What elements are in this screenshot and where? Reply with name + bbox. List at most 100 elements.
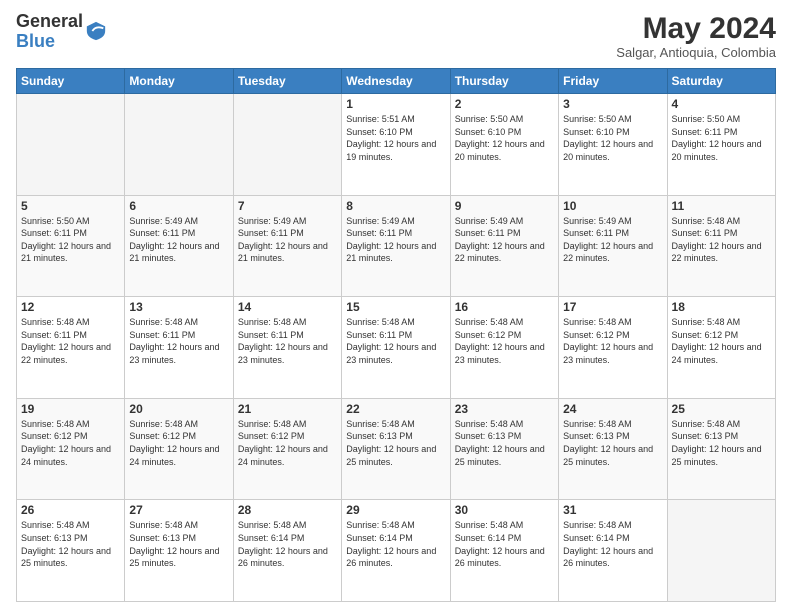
table-row: 25Sunrise: 5:48 AM Sunset: 6:13 PM Dayli…: [667, 398, 775, 500]
day-number: 8: [346, 199, 445, 213]
month-year: May 2024: [616, 12, 776, 45]
day-info: Sunrise: 5:48 AM Sunset: 6:11 PM Dayligh…: [672, 215, 771, 265]
day-info: Sunrise: 5:49 AM Sunset: 6:11 PM Dayligh…: [455, 215, 554, 265]
day-info: Sunrise: 5:48 AM Sunset: 6:11 PM Dayligh…: [238, 316, 337, 366]
calendar-week-5: 26 Sunrise: 5:48 AM Sunset: 6:13 PM Dayli…: [17, 500, 776, 602]
day-info: Sunrise: 5:48 AM Sunset: 6:12 PM Dayligh…: [129, 418, 228, 468]
day-number: 26: [21, 503, 120, 517]
day-info: Sunrise: 5:48 AM Sunset: 6:13 PM Dayligh…: [21, 519, 120, 569]
day-number: 12: [21, 300, 120, 314]
day-number: 5: [21, 199, 120, 213]
day-info: Sunrise: 5:48 AM Sunset: 6:14 PM Dayligh…: [346, 519, 445, 569]
day-info: Sunrise: 5:48 AM Sunset: 6:14 PM Dayligh…: [238, 519, 337, 569]
logo-general: General: [16, 12, 83, 32]
day-info: Sunrise: 5:48 AM Sunset: 6:11 PM Dayligh…: [346, 316, 445, 366]
day-info: Sunrise: 5:48 AM Sunset: 6:13 PM Dayligh…: [346, 418, 445, 468]
table-row: 10 Sunrise: 5:49 AM Sunset: 6:11 PM Dayli…: [559, 195, 667, 297]
table-row: 7 Sunrise: 5:49 AM Sunset: 6:11 PM Daylig…: [233, 195, 341, 297]
day-info: Sunrise: 5:48 AM Sunset: 6:12 PM Dayligh…: [21, 418, 120, 468]
table-row: 11 Sunrise: 5:48 AM Sunset: 6:11 PM Dayli…: [667, 195, 775, 297]
col-tuesday: Tuesday: [233, 69, 341, 94]
col-friday: Friday: [559, 69, 667, 94]
day-number: 25: [672, 402, 771, 416]
table-row: [17, 94, 125, 196]
col-wednesday: Wednesday: [342, 69, 450, 94]
day-info: Sunrise: 5:48 AM Sunset: 6:11 PM Dayligh…: [129, 316, 228, 366]
col-saturday: Saturday: [667, 69, 775, 94]
day-info: Sunrise: 5:48 AM Sunset: 6:12 PM Dayligh…: [455, 316, 554, 366]
day-info: Sunrise: 5:48 AM Sunset: 6:11 PM Dayligh…: [21, 316, 120, 366]
calendar: Sunday Monday Tuesday Wednesday Thursday…: [16, 68, 776, 602]
table-row: [233, 94, 341, 196]
table-row: 20 Sunrise: 5:48 AM Sunset: 6:12 PM Dayli…: [125, 398, 233, 500]
day-number: 23: [455, 402, 554, 416]
col-sunday: Sunday: [17, 69, 125, 94]
day-number: 10: [563, 199, 662, 213]
table-row: 1 Sunrise: 5:51 AM Sunset: 6:10 PM Daylig…: [342, 94, 450, 196]
calendar-week-1: 1 Sunrise: 5:51 AM Sunset: 6:10 PM Daylig…: [17, 94, 776, 196]
header: General Blue May 2024 Salgar, Antioquia,…: [16, 12, 776, 60]
day-info: Sunrise: 5:50 AM Sunset: 6:10 PM Dayligh…: [563, 113, 662, 163]
day-number: 15: [346, 300, 445, 314]
day-info: Sunrise: 5:48 AM Sunset: 6:13 PM Dayligh…: [563, 418, 662, 468]
day-info: Sunrise: 5:48 AM Sunset: 6:14 PM Dayligh…: [455, 519, 554, 569]
day-info: Sunrise: 5:51 AM Sunset: 6:10 PM Dayligh…: [346, 113, 445, 163]
day-info: Sunrise: 5:49 AM Sunset: 6:11 PM Dayligh…: [346, 215, 445, 265]
table-row: 17Sunrise: 5:48 AM Sunset: 6:12 PM Dayli…: [559, 297, 667, 399]
title-block: May 2024 Salgar, Antioquia, Colombia: [616, 12, 776, 60]
location: Salgar, Antioquia, Colombia: [616, 45, 776, 60]
table-row: 14 Sunrise: 5:48 AM Sunset: 6:11 PM Dayli…: [233, 297, 341, 399]
day-number: 9: [455, 199, 554, 213]
table-row: 26 Sunrise: 5:48 AM Sunset: 6:13 PM Dayli…: [17, 500, 125, 602]
table-row: 6Sunrise: 5:49 AM Sunset: 6:11 PM Daylig…: [125, 195, 233, 297]
table-row: 30 Sunrise: 5:48 AM Sunset: 6:14 PM Dayli…: [450, 500, 558, 602]
calendar-week-3: 12 Sunrise: 5:48 AM Sunset: 6:11 PM Dayli…: [17, 297, 776, 399]
day-number: 27: [129, 503, 228, 517]
table-row: 12 Sunrise: 5:48 AM Sunset: 6:11 PM Dayli…: [17, 297, 125, 399]
day-info: Sunrise: 5:50 AM Sunset: 6:10 PM Dayligh…: [455, 113, 554, 163]
day-number: 29: [346, 503, 445, 517]
table-row: 5 Sunrise: 5:50 AM Sunset: 6:11 PM Daylig…: [17, 195, 125, 297]
table-row: 16Sunrise: 5:48 AM Sunset: 6:12 PM Dayli…: [450, 297, 558, 399]
day-info: Sunrise: 5:48 AM Sunset: 6:13 PM Dayligh…: [129, 519, 228, 569]
day-number: 14: [238, 300, 337, 314]
day-number: 20: [129, 402, 228, 416]
calendar-week-2: 5 Sunrise: 5:50 AM Sunset: 6:11 PM Daylig…: [17, 195, 776, 297]
table-row: 27 Sunrise: 5:48 AM Sunset: 6:13 PM Dayli…: [125, 500, 233, 602]
day-number: 28: [238, 503, 337, 517]
table-row: 28 Sunrise: 5:48 AM Sunset: 6:14 PM Dayli…: [233, 500, 341, 602]
day-number: 2: [455, 97, 554, 111]
table-row: 13 Sunrise: 5:48 AM Sunset: 6:11 PM Dayli…: [125, 297, 233, 399]
logo-blue: Blue: [16, 32, 83, 52]
col-thursday: Thursday: [450, 69, 558, 94]
day-number: 19: [21, 402, 120, 416]
col-monday: Monday: [125, 69, 233, 94]
table-row: 15 Sunrise: 5:48 AM Sunset: 6:11 PM Dayli…: [342, 297, 450, 399]
day-number: 22: [346, 402, 445, 416]
day-number: 24: [563, 402, 662, 416]
calendar-week-4: 19 Sunrise: 5:48 AM Sunset: 6:12 PM Dayli…: [17, 398, 776, 500]
day-number: 11: [672, 199, 771, 213]
day-info: Sunrise: 5:50 AM Sunset: 6:11 PM Dayligh…: [21, 215, 120, 265]
day-number: 18: [672, 300, 771, 314]
table-row: [125, 94, 233, 196]
page: General Blue May 2024 Salgar, Antioquia,…: [0, 0, 792, 612]
table-row: 9 Sunrise: 5:49 AM Sunset: 6:11 PM Daylig…: [450, 195, 558, 297]
day-info: Sunrise: 5:48 AM Sunset: 6:13 PM Dayligh…: [455, 418, 554, 468]
table-row: 21Sunrise: 5:48 AM Sunset: 6:12 PM Dayli…: [233, 398, 341, 500]
day-info: Sunrise: 5:48 AM Sunset: 6:14 PM Dayligh…: [563, 519, 662, 569]
day-number: 1: [346, 97, 445, 111]
table-row: 22 Sunrise: 5:48 AM Sunset: 6:13 PM Dayli…: [342, 398, 450, 500]
day-info: Sunrise: 5:49 AM Sunset: 6:11 PM Dayligh…: [238, 215, 337, 265]
day-number: 6: [129, 199, 228, 213]
logo: General Blue: [16, 12, 107, 52]
day-number: 3: [563, 97, 662, 111]
table-row: 31 Sunrise: 5:48 AM Sunset: 6:14 PM Dayli…: [559, 500, 667, 602]
day-number: 7: [238, 199, 337, 213]
day-number: 30: [455, 503, 554, 517]
table-row: 29 Sunrise: 5:48 AM Sunset: 6:14 PM Dayli…: [342, 500, 450, 602]
day-info: Sunrise: 5:49 AM Sunset: 6:11 PM Dayligh…: [563, 215, 662, 265]
day-number: 31: [563, 503, 662, 517]
day-number: 13: [129, 300, 228, 314]
logo-icon: [85, 20, 107, 42]
